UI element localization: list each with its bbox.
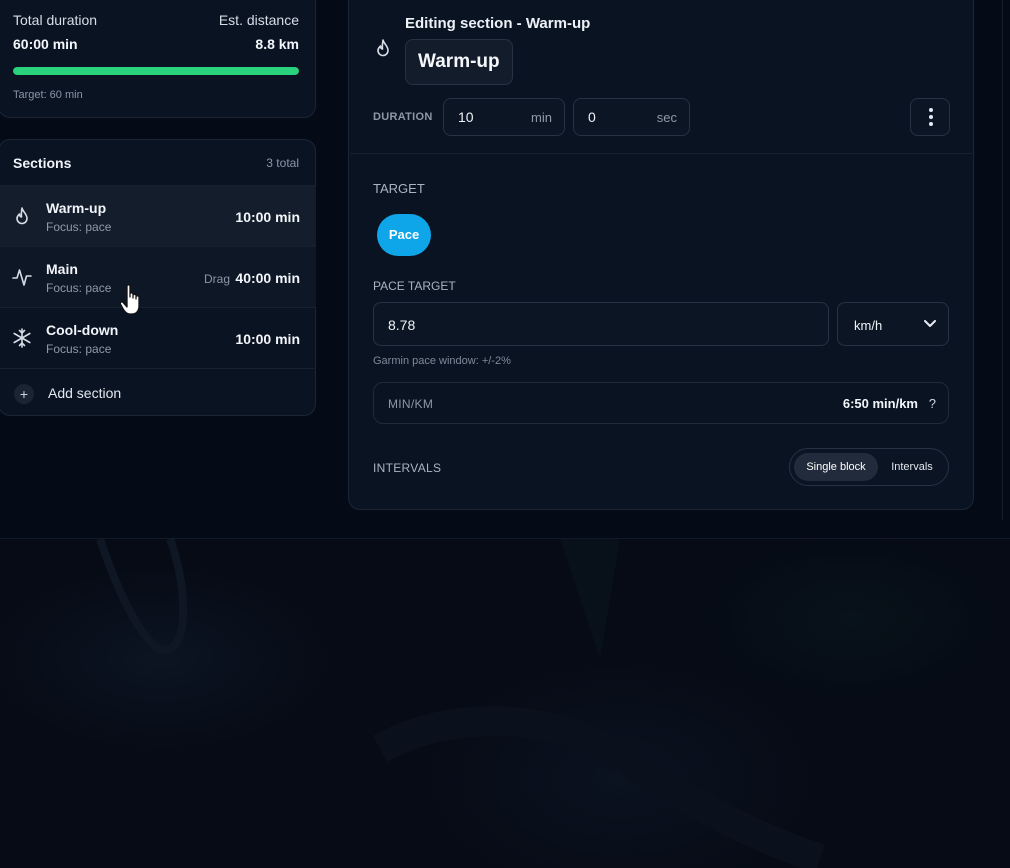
chevron-down-icon bbox=[924, 320, 936, 327]
duration-progress-bar bbox=[13, 67, 299, 75]
add-section-button[interactable]: + Add section bbox=[0, 368, 316, 416]
section-name: Warm-up bbox=[46, 200, 107, 216]
sections-card: Sections 3 total Warm-up Focus: pace 10:… bbox=[0, 139, 316, 416]
flame-icon bbox=[12, 206, 32, 226]
more-dot bbox=[929, 122, 933, 126]
est-distance-label: Est. distance bbox=[218, 12, 299, 28]
target-duration-text: Target: 60 min bbox=[13, 89, 83, 101]
min-per-km-label: MIN/KM bbox=[388, 397, 434, 411]
garmin-pace-hint: Garmin pace window: +/-2% bbox=[373, 355, 511, 367]
section-focus: Focus: pace bbox=[46, 281, 112, 295]
pace-target-label: PACE TARGET bbox=[373, 279, 456, 293]
flame-icon bbox=[373, 38, 393, 58]
duration-seconds-input[interactable]: 0 sec bbox=[573, 98, 690, 136]
help-icon[interactable]: ? bbox=[929, 396, 936, 411]
plus-icon: + bbox=[14, 384, 34, 404]
section-name: Cool-down bbox=[46, 322, 119, 338]
duration-minutes-input[interactable]: 10 min bbox=[443, 98, 565, 136]
section-duration: 10:00 min bbox=[235, 331, 300, 347]
min-per-km-display: MIN/KM 6:50 min/km ? bbox=[373, 382, 949, 424]
pulse-icon bbox=[12, 267, 32, 287]
drag-handle[interactable]: Drag bbox=[204, 272, 230, 286]
editor-heading: Editing section - Warm-up bbox=[405, 15, 591, 32]
pace-unit-value: km/h bbox=[854, 318, 883, 333]
section-name: Main bbox=[46, 261, 78, 277]
section-focus: Focus: pace bbox=[46, 342, 112, 356]
section-focus: Focus: pace bbox=[46, 220, 112, 234]
seconds-unit: sec bbox=[656, 110, 677, 125]
more-dot bbox=[929, 115, 933, 119]
target-pace-option[interactable]: Pace bbox=[377, 214, 431, 256]
editor-divider bbox=[350, 153, 972, 154]
more-options-button[interactable] bbox=[910, 98, 950, 136]
section-duration: 10:00 min bbox=[235, 209, 300, 225]
target-label: TARGET bbox=[373, 181, 425, 196]
snowflake-icon bbox=[12, 328, 32, 348]
summary-card: Total duration Est. distance 60:00 min 8… bbox=[0, 0, 316, 118]
duration-label: DURATION bbox=[373, 111, 433, 123]
duration-progress-fill bbox=[13, 67, 299, 75]
interval-mode-toggle: Single block Intervals bbox=[789, 448, 949, 486]
sections-count: 3 total bbox=[266, 156, 299, 170]
background-texture bbox=[0, 538, 1010, 868]
intervals-label: INTERVALS bbox=[373, 461, 442, 475]
section-item-main[interactable]: Main Focus: pace Drag 40:00 min bbox=[0, 246, 316, 307]
min-per-km-value: 6:50 min/km bbox=[842, 396, 918, 411]
pace-target-input[interactable]: 8.78 bbox=[373, 302, 829, 346]
est-distance-value: 8.8 km bbox=[255, 36, 299, 52]
more-dot bbox=[929, 108, 933, 112]
section-duration: 40:00 min bbox=[235, 270, 300, 286]
section-editor-card: Editing section - Warm-up Warm-up DURATI… bbox=[348, 0, 974, 510]
single-block-option[interactable]: Single block bbox=[794, 453, 878, 481]
seconds-value: 0 bbox=[588, 109, 596, 125]
minutes-value: 10 bbox=[458, 109, 474, 125]
page-edge-divider bbox=[1002, 0, 1003, 520]
sections-title: Sections bbox=[13, 155, 72, 171]
add-section-label: Add section bbox=[48, 385, 122, 401]
pace-value: 8.78 bbox=[388, 317, 416, 333]
section-name-input[interactable]: Warm-up bbox=[405, 39, 513, 85]
total-duration-label: Total duration bbox=[13, 12, 98, 28]
total-duration-value: 60:00 min bbox=[13, 36, 78, 52]
minutes-unit: min bbox=[531, 110, 552, 125]
hand-cursor-icon bbox=[119, 284, 140, 315]
intervals-option[interactable]: Intervals bbox=[880, 453, 944, 481]
section-item-cool-down[interactable]: Cool-down Focus: pace 10:00 min bbox=[0, 307, 316, 368]
section-item-warm-up[interactable]: Warm-up Focus: pace 10:00 min bbox=[0, 185, 316, 246]
pace-unit-select[interactable]: km/h bbox=[837, 302, 949, 346]
